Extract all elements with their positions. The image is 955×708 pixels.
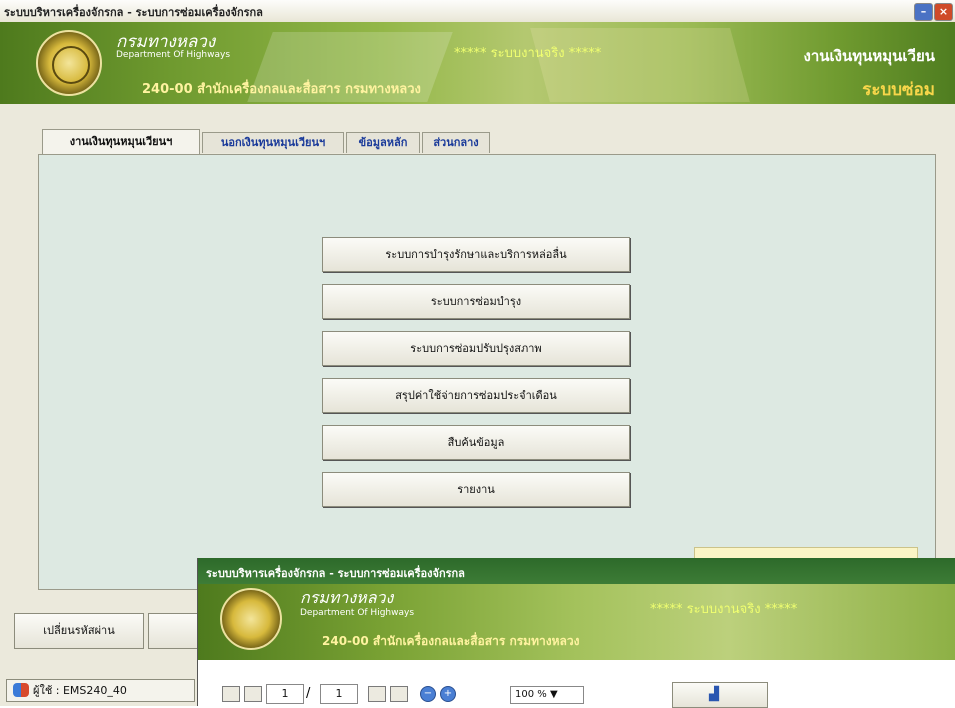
zoom-select[interactable]: 100 % ▼ xyxy=(510,686,584,704)
fund-label: งานเงินทุนหมุนเวียน xyxy=(803,47,935,65)
printer-icon: ▟ xyxy=(709,687,719,702)
previous-page-icon[interactable] xyxy=(244,686,262,702)
page-total-field: 1 xyxy=(320,684,358,704)
production-system-label: ***** ระบบงานจริง ***** xyxy=(454,46,602,61)
report-toolbar: 1 / 1 − + 100 % ▼ ▟ xyxy=(198,660,955,708)
zoom-in-icon[interactable]: + xyxy=(440,686,456,702)
office-name: 240-00 สำนักเครื่องกลและสื่อสาร กรมทางหล… xyxy=(322,634,580,648)
first-page-icon[interactable] xyxy=(222,686,240,702)
tab-master-data[interactable]: ข้อมูลหลัก xyxy=(346,132,420,153)
org-name-english: Department Of Highways xyxy=(300,608,415,618)
department-seal-logo xyxy=(36,30,102,96)
status-bar: ผู้ใช้ : EMS240_40 xyxy=(6,679,195,702)
minimize-icon[interactable]: – xyxy=(914,3,933,21)
close-icon[interactable]: × xyxy=(934,3,953,21)
next-page-icon[interactable] xyxy=(368,686,386,702)
org-name-english: Department Of Highways xyxy=(116,50,231,60)
report-banner: กรมทางหลวง Department Of Highways 240-00… xyxy=(198,584,955,660)
window-title: ระบบบริหารเครื่องจักรกล - ระบบการซ่อมเคร… xyxy=(4,6,263,19)
reports-button[interactable]: รายงาน xyxy=(322,472,630,507)
header-banner: กรมทางหลวง Department Of Highways 240-00… xyxy=(0,22,955,104)
maintenance-lubrication-button[interactable]: ระบบการบำรุงรักษาและบริการหล่อลื่น xyxy=(322,237,630,272)
report-window-title: ระบบบริหารเครื่องจักรกล - ระบบการซ่อมเคร… xyxy=(206,567,465,580)
tab-panel xyxy=(38,154,936,590)
zoom-out-icon[interactable]: − xyxy=(420,686,436,702)
production-system-label: ***** ระบบงานจริง ***** xyxy=(650,602,798,617)
system-label: ระบบซ่อม xyxy=(862,80,935,100)
monthly-cost-summary-button[interactable]: สรุปค่าใช้จ่ายการซ่อมประจำเดือน xyxy=(322,378,630,413)
title-bar: ระบบบริหารเครื่องจักรกล - ระบบการซ่อมเคร… xyxy=(0,0,955,22)
repair-maintenance-button[interactable]: ระบบการซ่อมบำรุง xyxy=(322,284,630,319)
page-separator: / xyxy=(306,686,311,701)
report-title-bar: ระบบบริหารเครื่องจักรกล - ระบบการซ่อมเคร… xyxy=(198,558,955,584)
overhaul-repair-button[interactable]: ระบบการซ่อมปรับปรุงสภาพ xyxy=(322,331,630,366)
report-window: ระบบบริหารเครื่องจักรกล - ระบบการซ่อมเคร… xyxy=(197,558,955,708)
user-icon xyxy=(13,683,29,697)
partial-button[interactable] xyxy=(148,613,198,649)
department-seal-logo xyxy=(220,588,282,650)
tab-revolving-fund[interactable]: งานเงินทุนหมุนเวียนฯ xyxy=(42,129,200,154)
search-data-button[interactable]: สืบค้นข้อมูล xyxy=(322,425,630,460)
status-user: ผู้ใช้ : EMS240_40 xyxy=(33,684,127,697)
page-current-field[interactable]: 1 xyxy=(266,684,304,704)
print-button[interactable]: ▟ xyxy=(672,682,768,708)
last-page-icon[interactable] xyxy=(390,686,408,702)
office-name: 240-00 สำนักเครื่องกลและสื่อสาร กรมทางหล… xyxy=(142,82,421,97)
tab-outside-fund[interactable]: นอกเงินทุนหมุนเวียนฯ xyxy=(202,132,344,153)
change-password-button[interactable]: เปลี่ยนรหัสผ่าน xyxy=(14,613,144,649)
tab-central[interactable]: ส่วนกลาง xyxy=(422,132,490,153)
